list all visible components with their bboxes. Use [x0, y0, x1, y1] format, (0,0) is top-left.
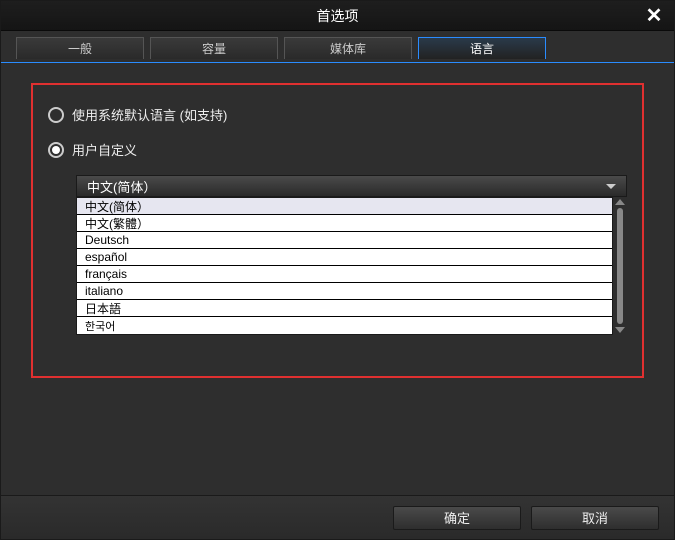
- radio-user-custom[interactable]: [48, 142, 64, 158]
- language-dropdown: 中文(简体） 中文(简体） 中文(繁體） Deutsch español fra…: [76, 175, 627, 335]
- ok-button[interactable]: 确定: [393, 506, 521, 530]
- radio-system-default-label: 使用系统默认语言 (如支持): [72, 105, 227, 124]
- scroll-up-icon[interactable]: [615, 199, 625, 205]
- list-item[interactable]: 한국어: [77, 317, 612, 334]
- list-item[interactable]: 日本語: [77, 300, 612, 317]
- dropdown-header[interactable]: 中文(简体）: [76, 175, 627, 197]
- list-item[interactable]: italiano: [77, 283, 612, 300]
- chevron-down-icon: [606, 184, 616, 189]
- list-item[interactable]: 中文(繁體）: [77, 215, 612, 232]
- dropdown-selected: 中文(简体）: [87, 177, 156, 196]
- radio-user-custom-row[interactable]: 用户自定义: [48, 140, 627, 159]
- scroll-track[interactable]: [617, 208, 623, 324]
- language-panel: 使用系统默认语言 (如支持) 用户自定义 中文(简体） 中文(简体） 中文(繁體…: [31, 83, 644, 378]
- cancel-button[interactable]: 取消: [531, 506, 659, 530]
- list-item[interactable]: español: [77, 249, 612, 266]
- tab-language[interactable]: 语言: [418, 37, 546, 59]
- close-icon[interactable]: ✕: [642, 3, 666, 27]
- tab-media[interactable]: 媒体库: [284, 37, 412, 59]
- radio-system-default-row[interactable]: 使用系统默认语言 (如支持): [48, 105, 627, 124]
- radio-system-default[interactable]: [48, 107, 64, 123]
- dropdown-list[interactable]: 中文(简体） 中文(繁體） Deutsch español français i…: [76, 197, 613, 335]
- scrollbar[interactable]: [613, 197, 627, 335]
- window-title: 首选项: [317, 6, 359, 26]
- content-area: 使用系统默认语言 (如支持) 用户自定义 中文(简体） 中文(简体） 中文(繁體…: [1, 63, 674, 495]
- tab-capacity[interactable]: 容量: [150, 37, 278, 59]
- list-item[interactable]: 中文(简体）: [77, 198, 612, 215]
- list-item[interactable]: français: [77, 266, 612, 283]
- radio-user-custom-label: 用户自定义: [72, 140, 137, 159]
- tab-general[interactable]: 一般: [16, 37, 144, 59]
- scroll-down-icon[interactable]: [615, 327, 625, 333]
- titlebar[interactable]: 首选项 ✕: [1, 1, 674, 31]
- footer: 确定 取消: [1, 495, 674, 539]
- list-item[interactable]: Deutsch: [77, 232, 612, 249]
- tabbar: 一般 容量 媒体库 语言: [1, 31, 674, 63]
